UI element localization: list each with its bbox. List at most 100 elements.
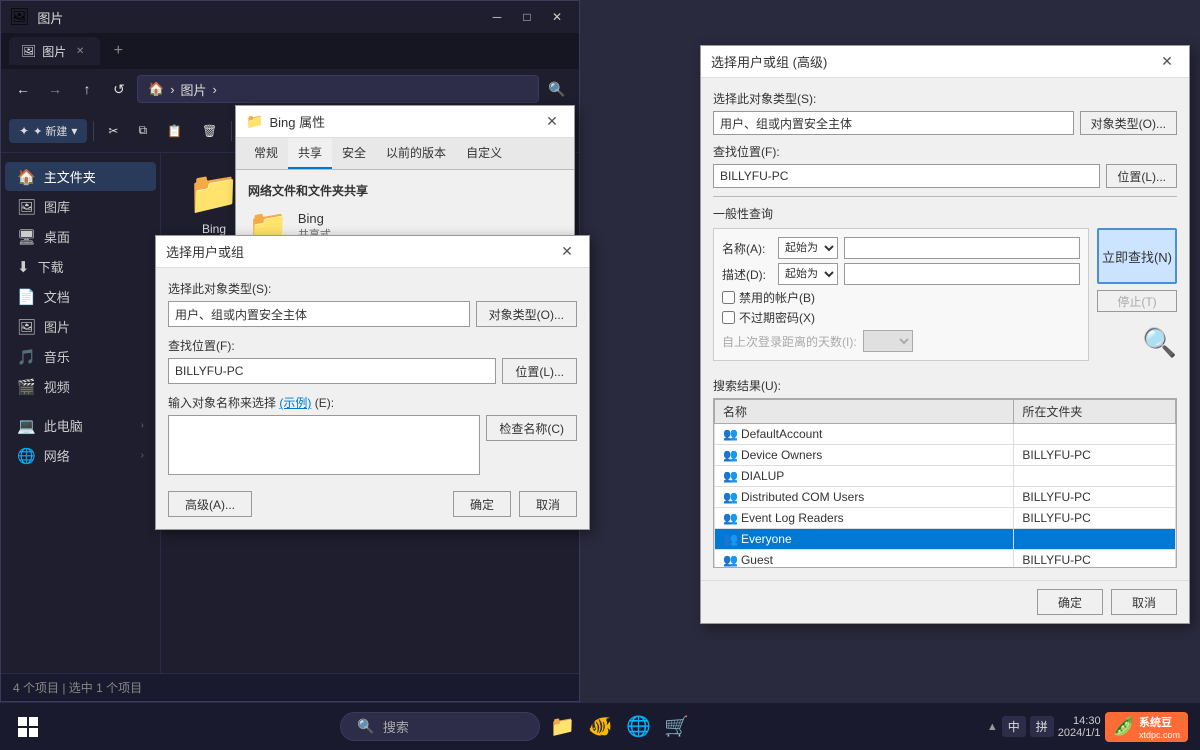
- su-ok-btn[interactable]: 确定: [453, 491, 511, 517]
- su-cancel-btn[interactable]: 取消: [519, 491, 577, 517]
- refresh-btn[interactable]: ↺: [105, 75, 133, 103]
- su-location-field[interactable]: BILLYFU-PC: [168, 358, 496, 384]
- sidebar-item-docs[interactable]: 📄 文档: [5, 282, 156, 311]
- date-text: 2024/1/1: [1058, 727, 1101, 739]
- adv-cancel-btn[interactable]: 取消: [1111, 589, 1177, 615]
- adv-query-right: 立即查找(N) 停止(T) 🔍: [1097, 228, 1177, 369]
- adv-obj-type-field[interactable]: 用户、组或内置安全主体: [713, 111, 1074, 135]
- query-desc-input[interactable]: [844, 263, 1080, 285]
- group-icon: 👥: [723, 511, 738, 525]
- tab-pictures[interactable]: 🖼 图片 ✕: [9, 37, 100, 65]
- adv-ok-btn[interactable]: 确定: [1037, 589, 1103, 615]
- sidebar-item-gallery[interactable]: 🖼 图库: [5, 192, 156, 221]
- table-row[interactable]: 👥Event Log ReadersBILLYFU-PC: [715, 508, 1176, 529]
- sidebar-item-thispc[interactable]: 💻 此电脑 ›: [5, 411, 156, 440]
- up-btn[interactable]: ↑: [73, 75, 101, 103]
- prop-tab-bar: 常规 共享 安全 以前的版本 自定义: [236, 138, 574, 170]
- su-small-body: 选择此对象类型(S): 用户、组或内置安全主体 对象类型(O)... 查找位置(…: [156, 268, 589, 529]
- taskbar-icon-edge[interactable]: 🌐: [620, 709, 656, 745]
- table-row[interactable]: 👥DIALUP: [715, 466, 1176, 487]
- su-small-title-bar: 选择用户或组 ✕: [156, 236, 589, 268]
- prop-title-bar: 📁 Bing 属性 ✕: [236, 106, 574, 138]
- ime-spell[interactable]: 拼: [1030, 716, 1054, 737]
- sidebar-item-desktop[interactable]: 🖥 桌面: [5, 222, 156, 251]
- forward-btn[interactable]: →: [41, 75, 69, 103]
- su-obj-type-field[interactable]: 用户、组或内置安全主体: [168, 301, 470, 327]
- taskbar-search[interactable]: 🔍 搜索: [340, 712, 540, 741]
- new-button[interactable]: ✦ ✦ 新建 ▾: [9, 119, 87, 143]
- table-row[interactable]: 👥GuestBILLYFU-PC: [715, 550, 1176, 569]
- desktop-icon: 🖥: [17, 228, 36, 246]
- prop-close-btn[interactable]: ✕: [540, 112, 564, 132]
- checkbox-noexpire-label: 不过期密码(X): [739, 309, 815, 326]
- prop-tab-share[interactable]: 共享: [288, 138, 332, 169]
- table-row[interactable]: 👥Device OwnersBILLYFU-PC: [715, 445, 1176, 466]
- close-btn[interactable]: ✕: [543, 6, 571, 28]
- sidebar-item-pictures[interactable]: 🖼 图片: [5, 312, 156, 341]
- start-btn[interactable]: [8, 707, 48, 747]
- prop-tab-security[interactable]: 安全: [332, 138, 376, 169]
- sidebar-item-home[interactable]: 🏠 主文件夹: [5, 162, 156, 191]
- paste-btn[interactable]: 📋: [159, 120, 190, 142]
- back-btn[interactable]: ←: [9, 75, 37, 103]
- table-row[interactable]: 👥DefaultAccount: [715, 424, 1176, 445]
- system-tray: ▲: [987, 721, 998, 733]
- delete-btn[interactable]: 🗑: [194, 120, 225, 142]
- su-example-link[interactable]: (示例): [279, 396, 311, 410]
- su-advanced-btn[interactable]: 高级(A)...: [168, 491, 252, 517]
- new-icon: ✦: [19, 124, 29, 138]
- gallery-icon: 🖼: [17, 198, 36, 216]
- status-text: 4 个项目 | 选中 1 个项目: [13, 679, 142, 696]
- ime-zh[interactable]: 中: [1002, 716, 1026, 737]
- su-location-label: 查找位置(F):: [168, 337, 577, 354]
- su-small-close-btn[interactable]: ✕: [555, 242, 579, 262]
- title-bar: 🖼 图片 ─ □ ✕: [1, 1, 579, 33]
- copy-btn[interactable]: ⧉: [130, 119, 155, 142]
- tab-label: 图片: [42, 43, 66, 60]
- minimize-btn[interactable]: ─: [483, 6, 511, 28]
- adv-location-row: BILLYFU-PC 位置(L)...: [713, 164, 1177, 188]
- table-row[interactable]: 👥Everyone: [715, 529, 1176, 550]
- taskbar-icon-explorer[interactable]: 📁: [544, 709, 580, 745]
- search-nav-icon[interactable]: 🔍: [543, 75, 571, 103]
- brand-area: 🫛 系统豆 xtdpc.com: [1105, 712, 1188, 742]
- query-name-filter[interactable]: 起始为: [778, 237, 838, 259]
- sidebar-item-videos[interactable]: 🎬 视频: [5, 372, 156, 401]
- prop-folder-name: Bing: [298, 211, 331, 226]
- sidebar-item-network[interactable]: 🌐 网络 ›: [5, 441, 156, 470]
- adv-close-btn[interactable]: ✕: [1155, 52, 1179, 72]
- adv-body: 选择此对象类型(S): 用户、组或内置安全主体 对象类型(O)... 查找位置(…: [701, 78, 1189, 580]
- clock-area[interactable]: 14:30 2024/1/1: [1058, 715, 1101, 739]
- group-icon: 👥: [723, 469, 738, 483]
- address-bar[interactable]: 🏠 › 图片 ›: [137, 75, 539, 103]
- tab-close-btn[interactable]: ✕: [72, 43, 88, 59]
- su-obj-type-btn[interactable]: 对象类型(O)...: [476, 301, 577, 327]
- results-container[interactable]: 名称 所在文件夹 👥DefaultAccount👥Device OwnersBI…: [713, 398, 1177, 568]
- sidebar-item-music[interactable]: 🎵 音乐: [5, 342, 156, 371]
- maximize-btn[interactable]: □: [513, 6, 541, 28]
- adv-location-btn[interactable]: 位置(L)...: [1106, 164, 1177, 188]
- adv-location-field[interactable]: BILLYFU-PC: [713, 164, 1100, 188]
- taskbar-icon-store[interactable]: 🛒: [658, 709, 694, 745]
- table-row[interactable]: 👥Distributed COM UsersBILLYFU-PC: [715, 487, 1176, 508]
- su-name-input[interactable]: [168, 415, 480, 475]
- sidebar-label-gallery: 图库: [44, 197, 70, 216]
- query-desc-filter[interactable]: 起始为: [778, 263, 838, 285]
- prop-tab-previous[interactable]: 以前的版本: [376, 138, 456, 169]
- checkbox-disabled[interactable]: [722, 291, 735, 304]
- taskbar-icon-earth[interactable]: 🐠: [582, 709, 618, 745]
- query-name-input[interactable]: [844, 237, 1080, 259]
- prop-tab-custom[interactable]: 自定义: [456, 138, 512, 169]
- prop-tab-general[interactable]: 常规: [244, 138, 288, 169]
- tray-arrow[interactable]: ▲: [987, 721, 998, 733]
- new-tab-btn[interactable]: +: [104, 37, 132, 65]
- adv-obj-type-btn[interactable]: 对象类型(O)...: [1080, 111, 1177, 135]
- cut-btn[interactable]: ✂: [100, 120, 126, 142]
- su-location-btn[interactable]: 位置(L)...: [502, 358, 577, 384]
- stop-btn[interactable]: 停止(T): [1097, 290, 1177, 312]
- su-check-btn[interactable]: 检查名称(C): [486, 415, 577, 441]
- find-now-btn[interactable]: 立即查找(N): [1097, 228, 1177, 284]
- checkbox-noexpire[interactable]: [722, 311, 735, 324]
- su-footer: 高级(A)... 确定 取消: [168, 491, 577, 517]
- sidebar-item-downloads[interactable]: ⬇ 下载: [5, 252, 156, 281]
